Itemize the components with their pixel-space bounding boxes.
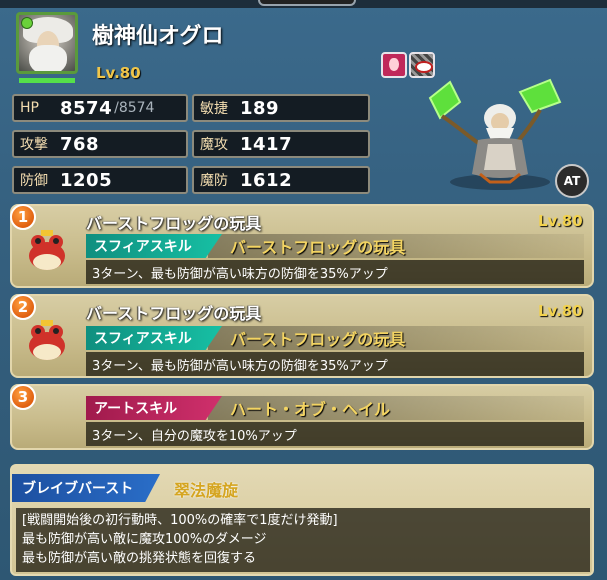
skill-name-1: バーストフロッグの玩具 <box>208 234 584 258</box>
top-tab[interactable] <box>258 0 356 6</box>
stat-magic-defense: 魔防 1612 <box>192 166 370 194</box>
skill-number-3: 3 <box>10 384 36 410</box>
sphere-skill-tag: スフィアスキル <box>86 326 222 350</box>
stat-magic-attack: 魔攻 1417 <box>192 130 370 158</box>
stat-magic-defense-label: 魔防 <box>200 173 228 189</box>
eye-badge-icon[interactable] <box>409 52 435 78</box>
hp-bar <box>19 78 75 83</box>
stat-defense-value: 1205 <box>60 169 113 191</box>
auto-target-button[interactable]: AT <box>555 164 589 198</box>
status-badges <box>381 52 435 78</box>
stat-hp-value: 8574 <box>60 97 113 119</box>
hp-bar-fill <box>19 78 75 83</box>
element-leaf-icon <box>21 17 33 29</box>
brave-burst-line: [戦闘開始後の初行動時、100%の確率で1度だけ発動] <box>22 513 338 528</box>
skill-description-1: 3ターン、最も防御が高い味方の防御を35%アップ <box>86 260 584 284</box>
brave-burst-line: 最も防御が高い敵に魔攻100%のダメージ <box>22 532 267 547</box>
art-skill-tag: アートスキル <box>86 396 222 420</box>
skill-type-row-1: スフィアスキル バーストフロッグの玩具 <box>86 234 584 258</box>
shield-badge-icon[interactable] <box>381 52 407 78</box>
stat-hp-label: HP <box>20 100 39 116</box>
stat-hp: HP 8574 /8574 <box>12 94 188 122</box>
brave-burst-name: 翠法魔旋 <box>174 481 239 500</box>
skill-level-2: Lv.80 <box>538 302 583 320</box>
brave-burst-description: [戦闘開始後の初行動時、100%の確率で1度だけ発動] 最も防御が高い敵に魔攻1… <box>16 508 590 572</box>
frog-toy-icon <box>29 230 65 270</box>
unit-portrait <box>16 12 78 74</box>
stat-agility: 敏捷 189 <box>192 94 370 122</box>
stat-defense-label: 防御 <box>20 173 48 189</box>
stat-agility-value: 189 <box>240 97 280 119</box>
brave-burst-tag: ブレイブバースト <box>12 474 160 502</box>
skill-title-1: バーストフロッグの玩具 <box>86 214 262 233</box>
brave-burst-panel[interactable]: ブレイブバースト 翠法魔旋 [戦闘開始後の初行動時、100%の確率で1度だけ発動… <box>10 464 594 576</box>
stat-hp-max: /8574 <box>114 100 155 116</box>
portrait-beard <box>29 45 67 71</box>
frog-toy-icon <box>29 320 65 360</box>
stat-magic-attack-label: 魔攻 <box>200 137 228 153</box>
stat-attack-value: 768 <box>60 133 100 155</box>
unit-level: Lv.80 <box>96 64 141 82</box>
stat-attack: 攻撃 768 <box>12 130 188 158</box>
skill-level-1: Lv.80 <box>538 212 583 230</box>
skill-type-row-3: アートスキル ハート・オブ・ヘイル <box>86 396 584 420</box>
sphere-skill-tag: スフィアスキル <box>86 234 222 258</box>
stat-magic-attack-value: 1417 <box>240 133 293 155</box>
skill-description-2: 3ターン、最も防御が高い味方の防御を35%アップ <box>86 352 584 376</box>
skill-name-3: ハート・オブ・ヘイル <box>208 396 584 420</box>
skill-name-2: バーストフロッグの玩具 <box>208 326 584 350</box>
skill-type-row-2: スフィアスキル バーストフロッグの玩具 <box>86 326 584 350</box>
top-strip <box>0 0 607 8</box>
skill-description-3: 3ターン、自分の魔攻を10%アップ <box>86 422 584 446</box>
stat-defense: 防御 1205 <box>12 166 188 194</box>
skill-title-2: バーストフロッグの玩具 <box>86 304 262 323</box>
stat-agility-label: 敏捷 <box>200 101 228 117</box>
stat-magic-defense-value: 1612 <box>240 169 293 191</box>
brave-burst-line: 最も防御が高い敵の挑発状態を回復する <box>22 551 257 566</box>
stat-attack-label: 攻撃 <box>20 137 48 153</box>
unit-name: 樹神仙オグロ <box>92 24 224 49</box>
